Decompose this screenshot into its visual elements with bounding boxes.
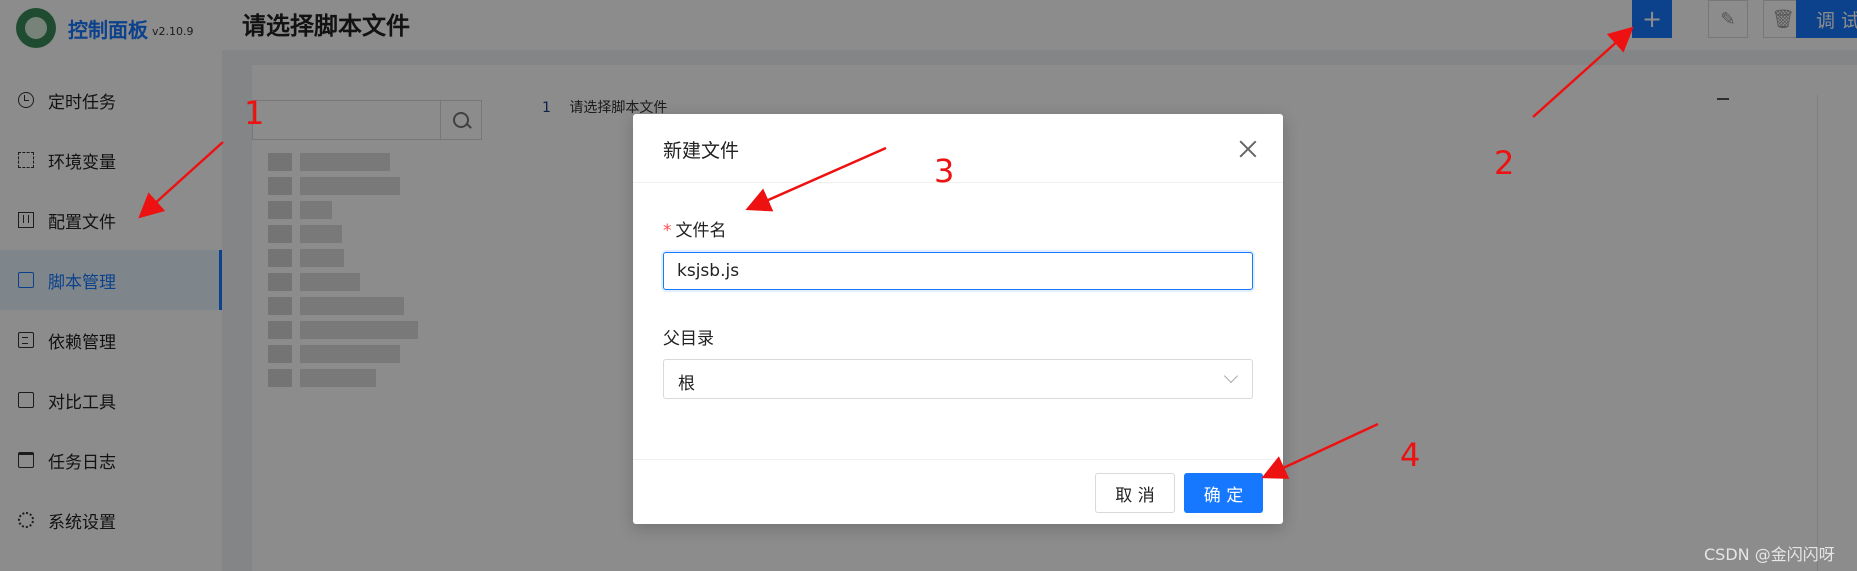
annotation-arrow-1 [138,141,224,219]
app-root: 控制面板 v2.10.9 定时任务 环境变量 配置文件 脚本管理 依赖管理 对比… [0,0,1857,571]
annotation-number-3: 3 [934,152,955,190]
annotation-arrows [138,26,1634,479]
annotation-arrow-3 [745,146,887,212]
annotation-number-2: 2 [1494,144,1515,182]
annotation-arrow-4 [1261,422,1379,479]
annotation-arrow-2 [1532,26,1634,118]
annotation-number-4: 4 [1400,436,1421,474]
annotation-number-1: 1 [244,94,265,132]
watermark: CSDN @金闪闪呀 [1704,545,1835,564]
